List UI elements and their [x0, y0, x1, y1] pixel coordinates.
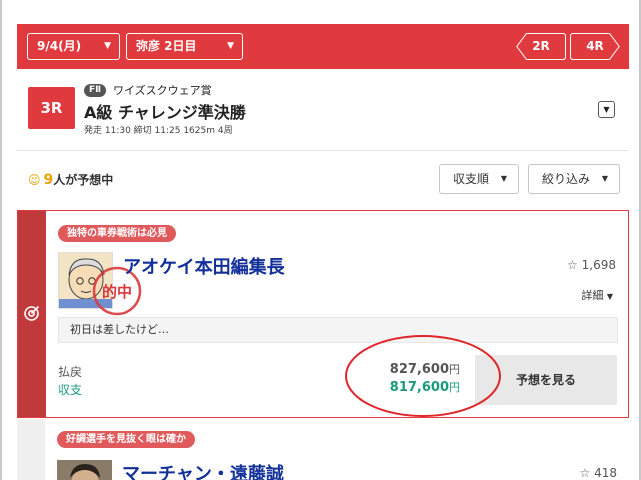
avatar [57, 460, 112, 480]
favorite-count-value: 418 [594, 466, 617, 480]
card-side-bar [18, 211, 46, 417]
highlight-ellipse-annotation [345, 335, 501, 417]
chevron-down-icon: ▼ [601, 174, 608, 183]
hit-stamp-label: 的中 [102, 283, 132, 301]
tipster-tag: 独特の車券戦術は必見 [58, 225, 176, 242]
tipster-comment: 初日は差したけど… [58, 317, 618, 343]
forecaster-count-suffix: 人が予想中 [53, 173, 114, 187]
people-icon: ☺ [28, 173, 41, 187]
chevron-down-icon: ▼ [227, 41, 234, 51]
date-select-label: 9/4(月) [37, 39, 82, 53]
race-schedule: 発走 11:30 締切 11:25 1625m 4周 [84, 126, 233, 136]
payout-label: 払戻 [58, 365, 83, 379]
chevron-down-icon: ▼ [500, 174, 507, 183]
balance-label: 収支 [58, 383, 83, 397]
favorite-count-value: 1,698 [581, 258, 616, 272]
target-icon [24, 305, 40, 321]
chevron-down-icon: ▼ [606, 292, 613, 301]
prev-race-label: 2R [532, 39, 550, 53]
date-select[interactable]: 9/4(月) ▼ [27, 33, 120, 60]
expand-race-button[interactable]: ▼ [598, 101, 615, 118]
forecaster-count: ☺ 9人が予想中 [28, 171, 113, 188]
star-icon: ☆ [579, 466, 591, 480]
race-info: 3R FⅡ ワイズスクウェア賞 A級 チャレンジ準決勝 発走 11:30 締切 … [17, 69, 629, 151]
filter-select-label: 絞り込み [542, 172, 591, 186]
next-race-label: 4R [586, 39, 604, 53]
sort-select-label: 収支順 [453, 172, 490, 186]
prev-race-button[interactable]: 2R [516, 33, 566, 60]
race-navigation-bar: 9/4(月) ▼ 弥彦 2日目 ▼ 2R 4R [17, 24, 629, 69]
sort-select[interactable]: 収支順 ▼ [439, 164, 519, 194]
forecast-card[interactable]: 好調選手を見抜く眼は確か マーチャン・遠藤誠 ☆ 418 [17, 419, 629, 480]
race-title: A級 チャレンジ準決勝 [84, 103, 246, 122]
avatar-photo [57, 460, 112, 480]
chevron-down-icon: ▼ [104, 41, 111, 51]
next-race-button[interactable]: 4R [570, 33, 620, 60]
race-sponsor: ワイズスクウェア賞 [113, 84, 212, 97]
tipster-name[interactable]: アオケイ本田編集長 [123, 253, 285, 279]
tipster-name[interactable]: マーチャン・遠藤誠 [122, 460, 284, 480]
forecaster-count-number: 9 [43, 172, 54, 188]
venue-select-label: 弥彦 2日目 [136, 39, 197, 53]
forecast-card[interactable]: 独特の車券戦術は必見 的中 アオケイ本田編集長 ☆ 1,698 詳細 ▼ 初日は… [17, 210, 629, 418]
tipster-tag: 好調選手を見抜く眼は確か [57, 431, 195, 448]
detail-toggle[interactable]: 詳細 ▼ [581, 287, 613, 303]
card-side-bar [17, 419, 45, 480]
race-grade-badge: FⅡ [84, 84, 107, 97]
favorite-count[interactable]: ☆ 1,698 [567, 258, 616, 272]
star-icon: ☆ [567, 258, 578, 272]
filter-select[interactable]: 絞り込み ▼ [528, 164, 620, 194]
favorite-count[interactable]: ☆ 418 [580, 466, 618, 480]
race-number-badge: 3R [28, 87, 75, 129]
venue-select[interactable]: 弥彦 2日目 ▼ [126, 33, 243, 60]
detail-toggle-label: 詳細 [581, 289, 604, 302]
